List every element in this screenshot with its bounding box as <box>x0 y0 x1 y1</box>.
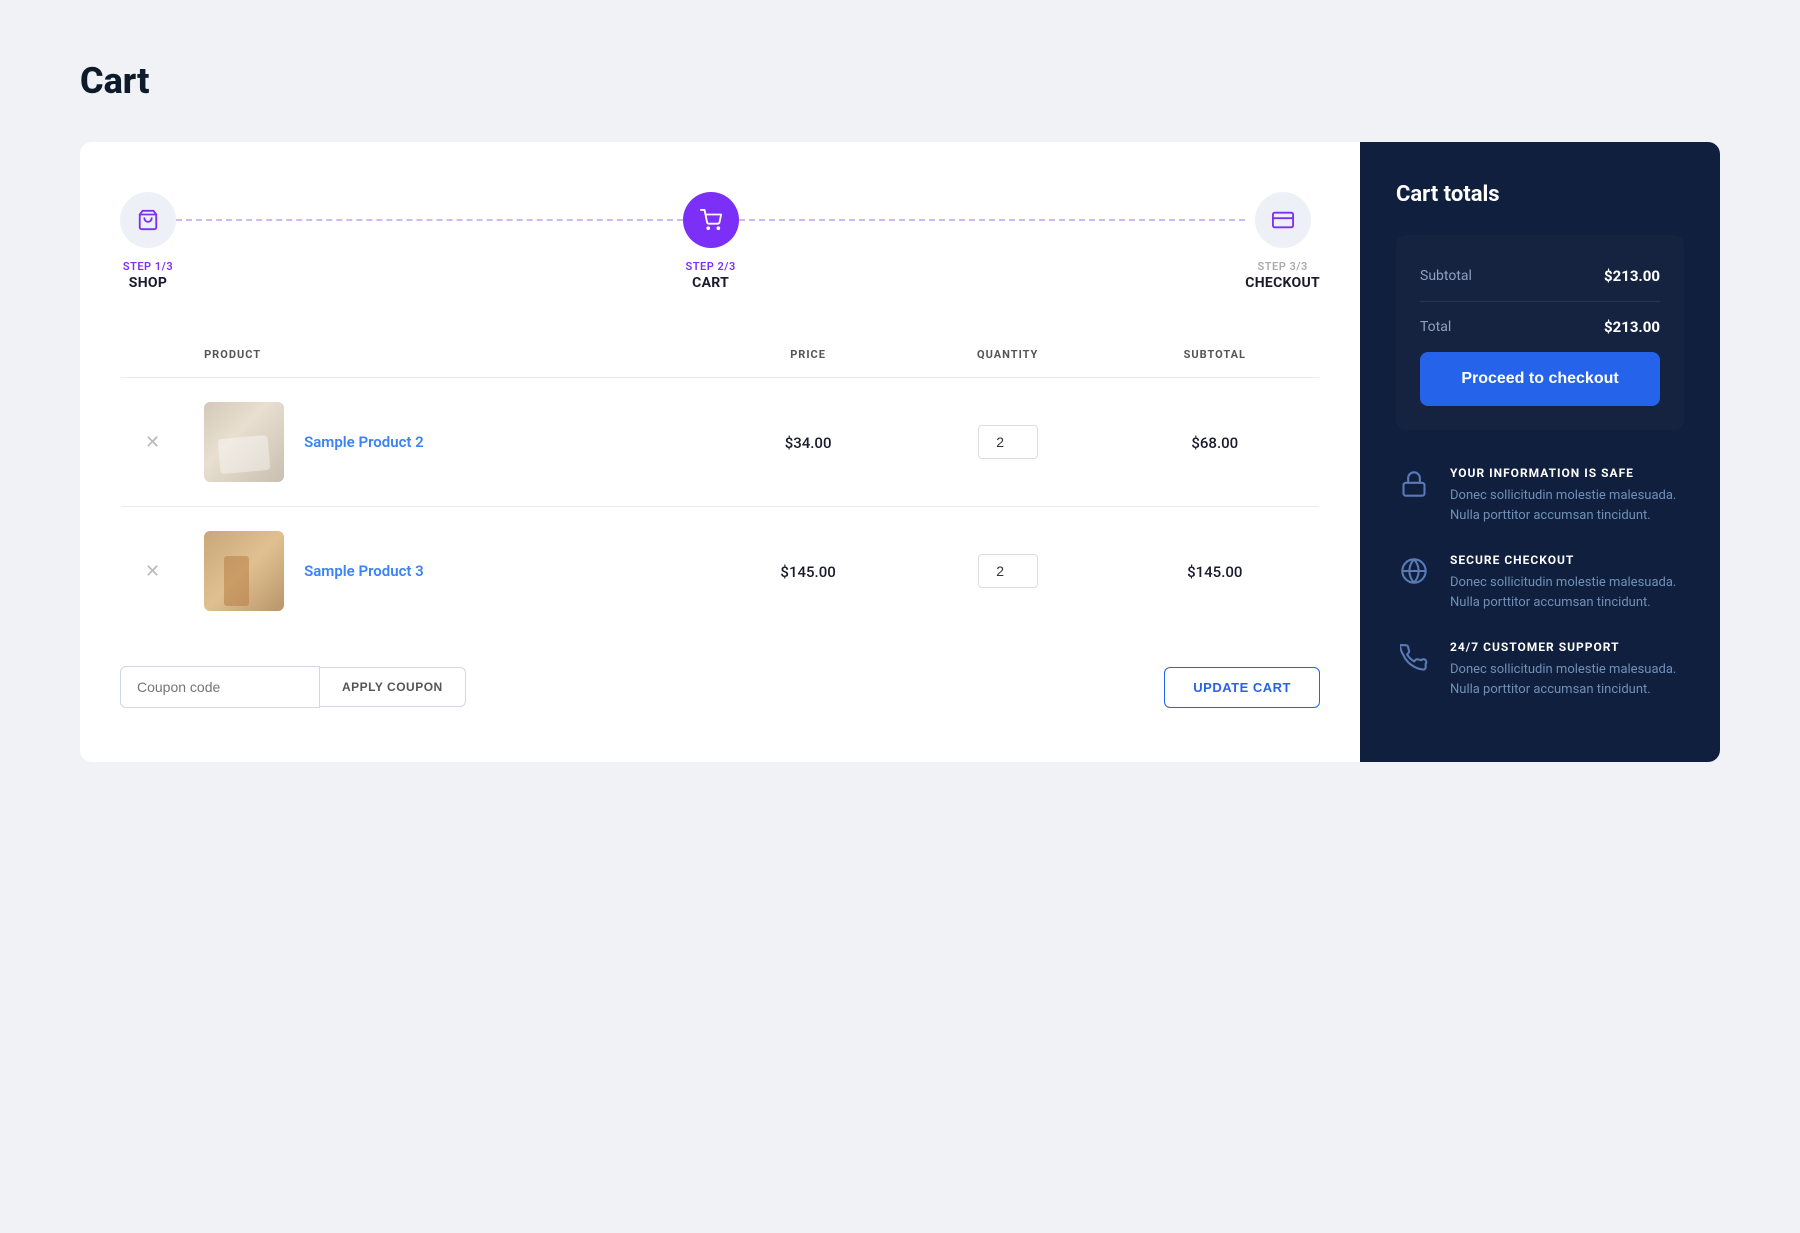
remove-button-1[interactable]: ✕ <box>141 429 164 455</box>
checkout-button[interactable]: Proceed to checkout <box>1420 352 1660 406</box>
page-title: Cart <box>80 60 1720 102</box>
step-3-num: STEP 3/3 <box>1258 260 1308 273</box>
step-3[interactable]: STEP 3/3 CHECKOUT <box>1245 192 1320 291</box>
trust-item-secure: SECURE CHECKOUT Donec sollicitudin moles… <box>1396 553 1684 612</box>
step-3-label: CHECKOUT <box>1245 275 1320 291</box>
subtotal-label: Subtotal <box>1420 268 1472 284</box>
col-product: PRODUCT <box>184 332 711 378</box>
trust-title-secure: SECURE CHECKOUT <box>1450 553 1684 567</box>
subtotal-value: $213.00 <box>1604 267 1660 285</box>
step-3-circle <box>1255 192 1311 248</box>
main-layout: STEP 1/3 SHOP STEP 2/3 CART <box>80 142 1720 762</box>
trust-desc-safe: Donec sollicitudin molestie malesuada. N… <box>1450 486 1684 525</box>
price-2: $145.00 <box>780 563 835 581</box>
col-quantity: QUANTITY <box>905 332 1111 378</box>
remove-cell-1: ✕ <box>121 378 185 507</box>
trust-title-safe: YOUR INFORMATION IS SAFE <box>1450 466 1684 480</box>
table-row: ✕ Sample Product 3 $145.00 <box>121 507 1320 636</box>
steps-row: STEP 1/3 SHOP STEP 2/3 CART <box>120 192 1320 291</box>
subtotal-cell-1: $68.00 <box>1111 378 1320 507</box>
update-cart-button[interactable]: UPDATE CART <box>1164 667 1320 708</box>
remove-cell-2: ✕ <box>121 507 185 636</box>
trust-desc-support: Donec sollicitudin molestie malesuada. N… <box>1450 660 1684 699</box>
table-row: ✕ Sample Product 2 $34.00 <box>121 378 1320 507</box>
bag-icon <box>137 209 159 231</box>
product-image-2 <box>204 531 284 611</box>
cart-icon <box>700 209 722 231</box>
price-cell-1: $34.00 <box>711 378 905 507</box>
step-1-num: STEP 1/3 <box>123 260 173 273</box>
totals-card: Subtotal $213.00 Total $213.00 Proceed t… <box>1396 235 1684 430</box>
product-image-1 <box>204 402 284 482</box>
subtotal-2: $145.00 <box>1187 563 1242 581</box>
cart-totals-title: Cart totals <box>1396 182 1684 207</box>
product-link-1[interactable]: Sample Product 2 <box>304 433 424 451</box>
qty-input-1[interactable] <box>978 425 1038 459</box>
trust-item-safe: YOUR INFORMATION IS SAFE Donec sollicitu… <box>1396 466 1684 525</box>
step-2-num: STEP 2/3 <box>686 260 736 273</box>
globe-icon <box>1396 553 1432 589</box>
trust-title-support: 24/7 CUSTOMER SUPPORT <box>1450 640 1684 654</box>
step-1-circle <box>120 192 176 248</box>
total-value: $213.00 <box>1604 318 1660 336</box>
coupon-row: APPLY COUPON UPDATE CART <box>120 666 1320 708</box>
phone-icon <box>1396 640 1432 676</box>
step-2[interactable]: STEP 2/3 CART <box>683 192 739 291</box>
step-1[interactable]: STEP 1/3 SHOP <box>120 192 176 291</box>
price-1: $34.00 <box>785 434 832 452</box>
cart-table: PRODUCT PRICE QUANTITY SUBTOTAL ✕ Sample… <box>120 331 1320 636</box>
trust-item-support: 24/7 CUSTOMER SUPPORT Donec sollicitudin… <box>1396 640 1684 699</box>
total-label: Total <box>1420 319 1451 335</box>
col-subtotal: SUBTOTAL <box>1111 332 1320 378</box>
total-row: Total $213.00 <box>1420 310 1660 344</box>
step-line-1 <box>176 219 683 221</box>
trust-items: YOUR INFORMATION IS SAFE Donec sollicitu… <box>1396 466 1684 699</box>
price-cell-2: $145.00 <box>711 507 905 636</box>
lock-icon <box>1396 466 1432 502</box>
product-cell-1: Sample Product 2 <box>184 378 711 507</box>
card-icon <box>1272 209 1294 231</box>
col-price: PRICE <box>711 332 905 378</box>
step-1-label: SHOP <box>129 275 167 291</box>
totals-panel: Cart totals Subtotal $213.00 Total $213.… <box>1360 142 1720 762</box>
apply-coupon-button[interactable]: APPLY COUPON <box>320 667 466 707</box>
remove-button-2[interactable]: ✕ <box>141 558 164 584</box>
subtotal-1: $68.00 <box>1191 434 1238 452</box>
step-2-label: CART <box>692 275 729 291</box>
qty-cell-1 <box>905 378 1111 507</box>
trust-desc-secure: Donec sollicitudin molestie malesuada. N… <box>1450 573 1684 612</box>
qty-input-2[interactable] <box>978 554 1038 588</box>
product-cell-2: Sample Product 3 <box>184 507 711 636</box>
qty-cell-2 <box>905 507 1111 636</box>
subtotal-row: Subtotal $213.00 <box>1420 259 1660 302</box>
cart-section: STEP 1/3 SHOP STEP 2/3 CART <box>80 142 1360 762</box>
coupon-input[interactable] <box>120 666 320 708</box>
subtotal-cell-2: $145.00 <box>1111 507 1320 636</box>
col-remove <box>121 332 185 378</box>
product-link-2[interactable]: Sample Product 3 <box>304 562 424 580</box>
step-line-2 <box>739 219 1246 221</box>
step-2-circle <box>683 192 739 248</box>
